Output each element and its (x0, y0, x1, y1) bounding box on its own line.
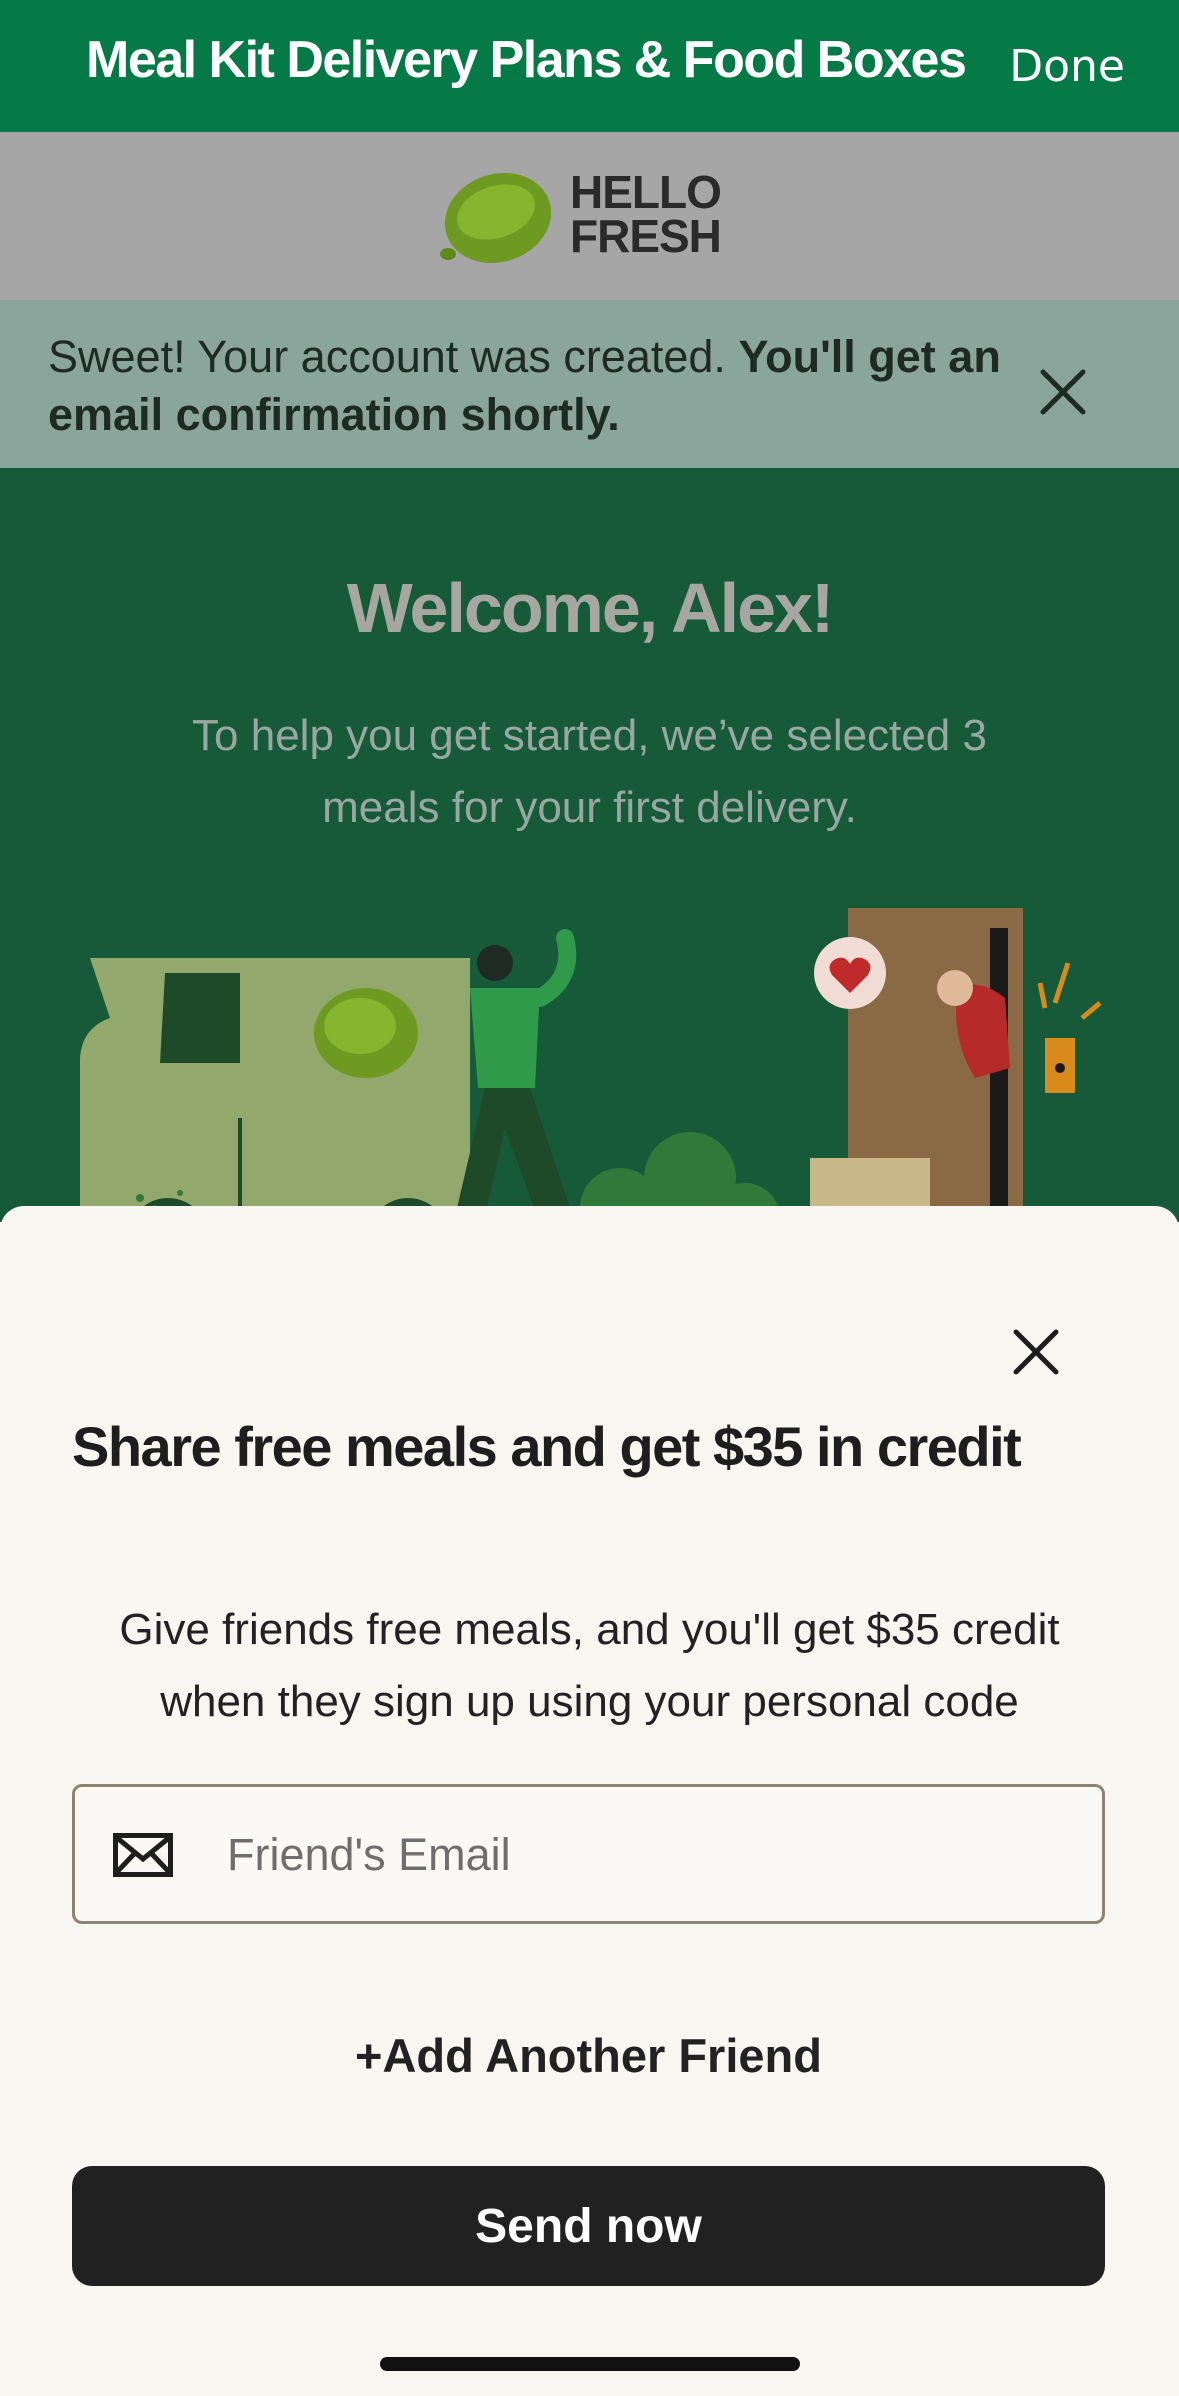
email-field[interactable] (72, 1784, 1105, 1924)
logo-line-1: HELLO (570, 166, 722, 218)
sheet-heading: Share free meals and get $35 in credit (72, 1415, 1022, 1478)
background-page: HELLO FRESH Sweet! Your account was crea… (0, 132, 1179, 1222)
close-icon[interactable] (1008, 1324, 1064, 1380)
delivery-illustration (80, 908, 1102, 1222)
welcome-intro: To help you get started, we’ve selected … (192, 711, 987, 832)
add-another-friend-link[interactable]: +Add Another Friend (72, 2028, 1105, 2083)
brand-logo-text: HELLO FRESH (570, 166, 722, 262)
friend-email-input[interactable] (225, 1787, 1079, 1923)
done-button[interactable]: Done (1003, 40, 1131, 93)
lime-logo-icon (440, 172, 552, 264)
browser-top-bar: Meal Kit Delivery Plans & Food Boxes Don… (0, 0, 1179, 132)
sheet-description: Give friends free meals, and you'll get … (119, 1605, 1060, 1726)
share-meals-sheet: Share free meals and get $35 in credit G… (0, 1206, 1179, 2396)
account-created-banner: Sweet! Your account was created. You'll … (0, 300, 1179, 468)
page-title: Meal Kit Delivery Plans & Food Boxes (86, 31, 967, 89)
send-now-button[interactable]: Send now (72, 2166, 1105, 2286)
home-indicator (380, 2357, 800, 2371)
envelope-icon (113, 1833, 173, 1877)
banner-message: Sweet! Your account was created. You'll … (48, 331, 1001, 440)
welcome-heading: Welcome, Alex! (346, 569, 835, 647)
welcome-hero: Welcome, Alex! To help you get started, … (0, 468, 1179, 1222)
logo-line-2: FRESH (570, 210, 722, 262)
logo-header: HELLO FRESH (0, 132, 1179, 300)
close-icon[interactable] (1035, 364, 1091, 420)
